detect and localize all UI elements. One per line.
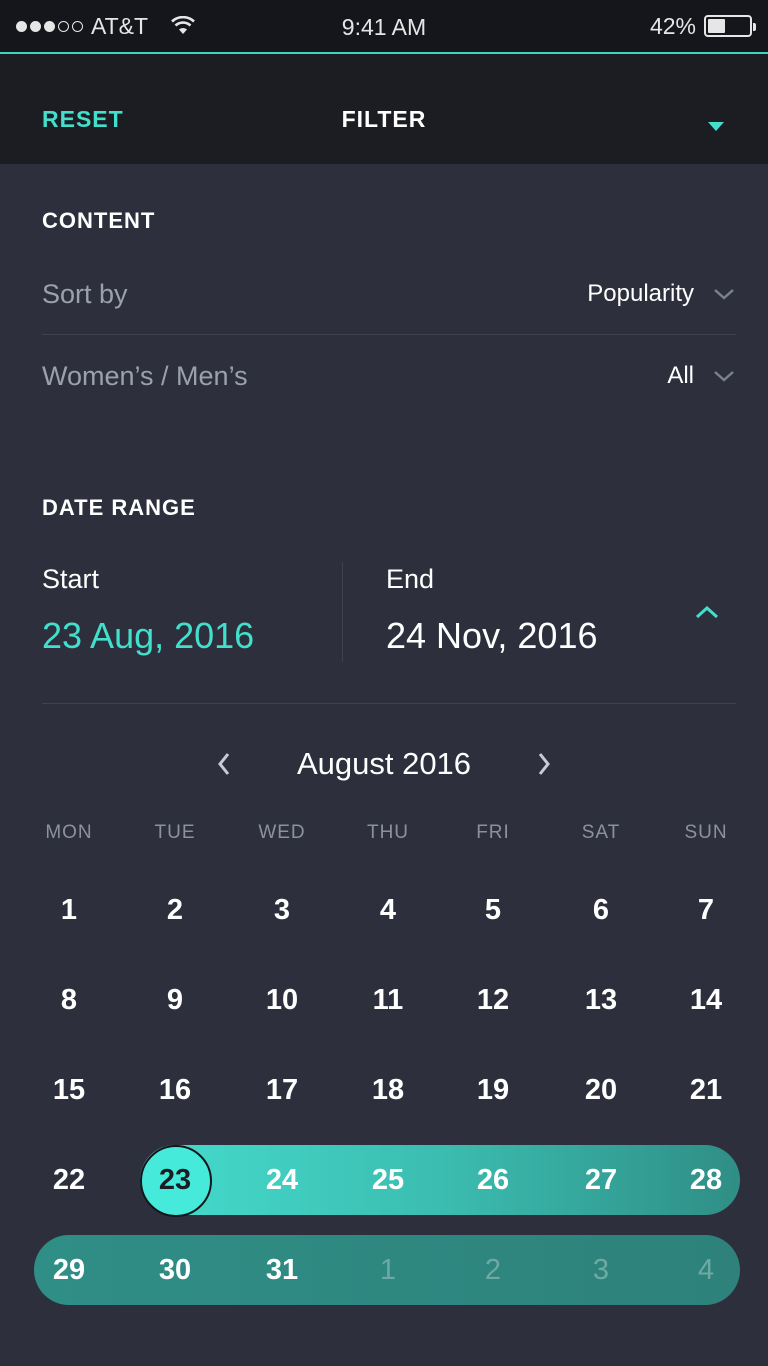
calendar-day[interactable]: 11 — [353, 965, 423, 1035]
calendar-day[interactable]: 9 — [140, 965, 210, 1035]
month-navigation: August 2016 — [0, 742, 768, 786]
chevron-up-icon — [695, 605, 719, 619]
weekday-label: TUE — [154, 822, 196, 843]
calendar-day-next-month[interactable]: 3 — [566, 1235, 636, 1305]
calendar-day[interactable]: 22 — [34, 1145, 104, 1215]
filter-header: RESET FILTER — [0, 52, 768, 164]
reset-button[interactable]: RESET — [42, 106, 124, 133]
divider — [42, 703, 736, 704]
collapse-calendar-button[interactable] — [690, 600, 724, 624]
calendar-day[interactable]: 8 — [34, 965, 104, 1035]
end-label: End — [386, 564, 435, 594]
weekday-label: WED — [258, 822, 306, 843]
weekday-label: THU — [366, 822, 410, 843]
calendar-day[interactable]: 16 — [140, 1055, 210, 1125]
calendar-day[interactable]: 24 — [247, 1145, 317, 1215]
battery-percent: 42% — [649, 12, 696, 39]
weekday-label: MON — [45, 822, 93, 843]
chevron-down-icon — [714, 289, 734, 300]
sort-by-label: Sort by — [42, 278, 128, 309]
gender-select[interactable]: All — [667, 362, 736, 390]
chevron-right-icon — [538, 753, 550, 775]
collapse-filter-button[interactable] — [704, 118, 728, 134]
page-title-text: FILTER — [341, 106, 427, 132]
sort-by-row[interactable]: Sort by Popularity — [42, 264, 736, 324]
date-separator — [342, 562, 343, 662]
calendar-day[interactable]: 28 — [671, 1145, 741, 1215]
calendar-day[interactable]: 31 — [247, 1235, 317, 1305]
sort-by-select[interactable]: Popularity — [587, 280, 736, 308]
weekday-label: SAT — [581, 822, 621, 843]
start-label: Start — [42, 564, 100, 594]
start-date-field[interactable]: Start 23 Aug, 2016 — [42, 564, 254, 657]
end-date-field[interactable]: End 24 Nov, 2016 — [386, 564, 597, 657]
calendar-day[interactable]: 6 — [566, 875, 636, 945]
signal-strength-icon — [16, 20, 83, 32]
weekday-label: FRI — [476, 822, 510, 843]
status-right: 42% — [649, 12, 756, 40]
previous-month-button[interactable] — [194, 742, 254, 786]
next-month-button[interactable] — [514, 742, 574, 786]
content-heading: CONTENT — [42, 208, 156, 233]
calendar-day[interactable]: 13 — [566, 965, 636, 1035]
gender-row[interactable]: Women’s / Men’s All — [42, 346, 736, 406]
calendar-day[interactable]: 19 — [458, 1055, 528, 1125]
calendar-day[interactable]: 5 — [458, 875, 528, 945]
calendar-day[interactable]: 10 — [247, 965, 317, 1035]
calendar-day[interactable]: 26 — [458, 1145, 528, 1215]
calendar-day[interactable]: 20 — [566, 1055, 636, 1125]
divider — [42, 334, 736, 335]
calendar-day[interactable]: 25 — [353, 1145, 423, 1215]
selected-range-bar — [140, 1145, 740, 1215]
calendar-day[interactable]: 12 — [458, 965, 528, 1035]
calendar-day-next-month[interactable]: 2 — [458, 1235, 528, 1305]
calendar-day[interactable]: 27 — [566, 1145, 636, 1215]
weekday-label: SUN — [684, 822, 728, 843]
calendar-day[interactable]: 3 — [247, 875, 317, 945]
chevron-left-icon — [218, 753, 230, 775]
calendar-day[interactable]: 17 — [247, 1055, 317, 1125]
calendar-day[interactable]: 2 — [140, 875, 210, 945]
calendar-day[interactable]: 29 — [34, 1235, 104, 1305]
gender-value: All — [667, 362, 694, 389]
date-range-heading: DATE RANGE — [42, 495, 196, 520]
battery-fill — [708, 19, 725, 33]
calendar-day[interactable]: 1 — [34, 875, 104, 945]
start-date-value: 23 Aug, 2016 — [42, 615, 255, 656]
calendar-day-next-month[interactable]: 4 — [671, 1235, 741, 1305]
month-label: August 2016 — [296, 746, 472, 781]
calendar-day[interactable]: 23 — [140, 1145, 210, 1215]
calendar-day[interactable]: 4 — [353, 875, 423, 945]
status-left: AT&T — [16, 13, 196, 40]
calendar-day[interactable]: 14 — [671, 965, 741, 1035]
end-date-value: 24 Nov, 2016 — [386, 615, 598, 656]
gender-label: Women’s / Men’s — [42, 360, 248, 391]
calendar-day-next-month[interactable]: 1 — [353, 1235, 423, 1305]
status-bar: AT&T 9:41 AM 42% — [0, 0, 768, 52]
calendar-day[interactable]: 18 — [353, 1055, 423, 1125]
calendar-day[interactable]: 15 — [34, 1055, 104, 1125]
sort-by-value: Popularity — [587, 280, 694, 307]
chevron-down-icon — [714, 371, 734, 382]
calendar-day[interactable]: 7 — [671, 875, 741, 945]
calendar-day[interactable]: 30 — [140, 1235, 210, 1305]
battery-icon — [704, 15, 756, 37]
carrier-name: AT&T — [91, 12, 149, 39]
calendar-day[interactable]: 21 — [671, 1055, 741, 1125]
caret-down-icon — [708, 122, 724, 131]
wifi-icon — [171, 16, 195, 34]
